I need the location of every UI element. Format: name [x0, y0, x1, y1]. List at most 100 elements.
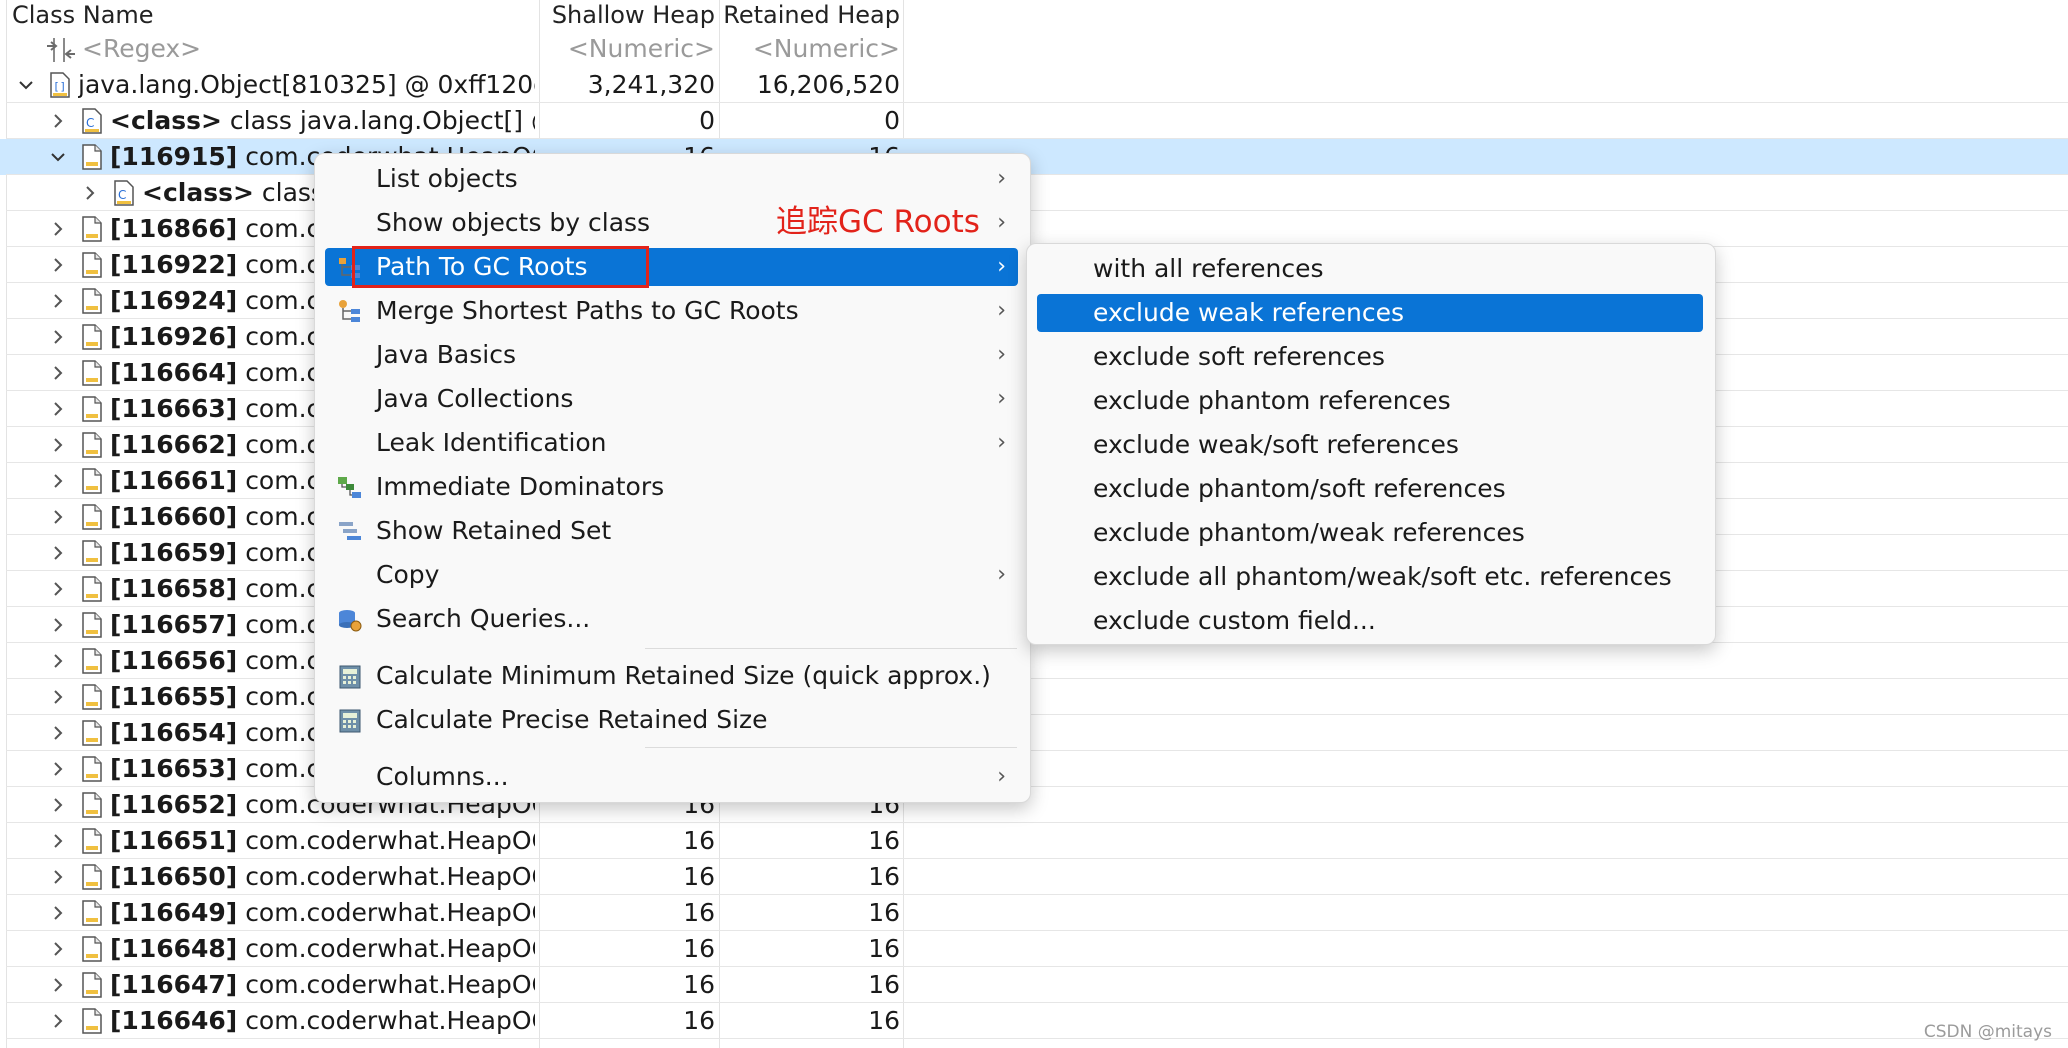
table-row[interactable]: [116647] com.coderwhat.HeapOOM 16 16: [0, 967, 2068, 1003]
table-row[interactable]: [116650] com.coderwhat.HeapOOM 16 16: [0, 859, 2068, 895]
expand-chevron-right-icon[interactable]: [50, 761, 66, 777]
expand-chevron-right-icon[interactable]: [50, 833, 66, 849]
menu-item-show-retained-set[interactable]: Show Retained Set: [325, 512, 1018, 550]
expand-chevron-right-icon[interactable]: [50, 653, 66, 669]
table-row[interactable]: C <class> class java.lang.Object[] @ 0x 0 0: [0, 103, 2068, 139]
submenu-item-exclude-all-phantom-weak-soft-etc-references[interactable]: exclude all phantom/weak/soft etc. refer…: [1037, 558, 1703, 596]
submenu-item-exclude-custom-field[interactable]: exclude custom field...: [1037, 602, 1703, 640]
table-row[interactable]: [116646] com.coderwhat.HeapOOM 16 16: [0, 1003, 2068, 1039]
object-id: [116922]: [110, 250, 238, 279]
expand-chevron-right-icon[interactable]: [50, 977, 66, 993]
expand-chevron-right-icon[interactable]: [50, 545, 66, 561]
calculator-icon: [337, 664, 363, 690]
expand-chevron-right-icon[interactable]: [50, 473, 66, 489]
submenu-item-label: exclude weak references: [1093, 298, 1404, 327]
expand-chevron-right-icon[interactable]: [82, 185, 98, 201]
submenu-item-exclude-weak-soft-references[interactable]: exclude weak/soft references: [1037, 426, 1703, 464]
column-header-class-name[interactable]: Class Name: [12, 0, 154, 33]
object-id: [116660]: [110, 502, 238, 531]
menu-item-calculate-precise-retained-size[interactable]: Calculate Precise Retained Size: [325, 701, 1018, 739]
object-icon: [82, 216, 102, 242]
table-row[interactable]: [116866] com.co: [0, 211, 2068, 247]
submenu-item-exclude-weak-references[interactable]: exclude weak references: [1037, 294, 1703, 332]
object-class-name: com.coderwhat.HeapOOM: [245, 1006, 535, 1035]
class-name-cell: [116648] com.coderwhat.HeapOOM: [110, 931, 535, 967]
table-row[interactable]: [116654] com.co: [0, 715, 2068, 751]
menu-item-label: Show objects by class: [376, 208, 651, 237]
menu-item-java-basics[interactable]: Java Basics ›: [325, 336, 1018, 374]
column-header-retained-heap[interactable]: Retained Heap: [720, 0, 900, 33]
shallow-heap-filter-input[interactable]: <Numeric>: [540, 31, 715, 67]
expand-chevron-right-icon[interactable]: [50, 941, 66, 957]
table-row[interactable]: [116915] com.coderwhat.HeapOOM1616: [0, 139, 2068, 175]
shallow-heap-cell: 16: [683, 1006, 715, 1035]
menu-item-immediate-dominators[interactable]: Immediate Dominators: [325, 468, 1018, 506]
menu-item-label: List objects: [376, 164, 518, 193]
object-id: [116656]: [110, 646, 238, 675]
table-row[interactable]: C <class> class: [0, 175, 2068, 211]
expand-chevron-right-icon[interactable]: [50, 869, 66, 885]
expand-chevron-right-icon[interactable]: [50, 725, 66, 741]
expand-chevron-right-icon[interactable]: [50, 617, 66, 633]
submenu-item-with-all-references[interactable]: with all references: [1037, 250, 1703, 288]
table-row[interactable]: [116656] com.co: [0, 643, 2068, 679]
object-icon: [82, 648, 102, 674]
table-row[interactable]: [116648] com.coderwhat.HeapOOM 16 16: [0, 931, 2068, 967]
expand-chevron-right-icon[interactable]: [50, 797, 66, 813]
table-row[interactable]: [116655] com.co: [0, 679, 2068, 715]
menu-item-calculate-minimum-retained-size-quick-approx[interactable]: Calculate Minimum Retained Size (quick a…: [325, 657, 1018, 695]
object-icon: [82, 468, 102, 494]
merge-paths-icon: [337, 299, 363, 325]
menu-item-leak-identification[interactable]: Leak Identification ›: [325, 424, 1018, 462]
svg-text:[]: []: [53, 80, 66, 93]
expand-chevron-right-icon[interactable]: [50, 509, 66, 525]
object-id: [116652]: [110, 790, 238, 819]
object-id: [116663]: [110, 394, 238, 423]
column-header-shallow-heap[interactable]: Shallow Heap: [540, 0, 715, 33]
table-row[interactable]: [116653] com.co: [0, 751, 2068, 787]
retained-heap-filter-input[interactable]: <Numeric>: [720, 31, 900, 67]
table-row[interactable]: [116652] com.coderwhat.HeapOOM1616: [0, 787, 2068, 823]
expand-chevron-right-icon[interactable]: [50, 329, 66, 345]
submenu-item-exclude-phantom-weak-references[interactable]: exclude phantom/weak references: [1037, 514, 1703, 552]
expand-chevron-right-icon[interactable]: [50, 581, 66, 597]
object-icon: [82, 972, 102, 998]
menu-item-label: Search Queries...: [376, 604, 591, 633]
expand-chevron-right-icon[interactable]: [50, 113, 66, 129]
expand-chevron-right-icon[interactable]: [50, 1013, 66, 1029]
table-row[interactable]: [116649] com.coderwhat.HeapOOM 16 16: [0, 895, 2068, 931]
table-row[interactable]: [] java.lang.Object[810325] @ 0xff120d50 3…: [0, 67, 2068, 103]
object-icon: [82, 828, 102, 854]
object-id: [116658]: [110, 574, 238, 603]
expand-chevron-right-icon[interactable]: [50, 293, 66, 309]
menu-item-list-objects[interactable]: List objects ›: [325, 160, 1018, 198]
submenu-arrow-icon: ›: [997, 386, 1006, 411]
class-name-cell: [116646] com.coderwhat.HeapOOM: [110, 1003, 535, 1039]
object-class-name: class java.lang.Object[] @ 0x: [229, 106, 535, 135]
submenu-item-exclude-soft-references[interactable]: exclude soft references: [1037, 338, 1703, 376]
expand-chevron-right-icon[interactable]: [50, 401, 66, 417]
object-id: <class>: [110, 106, 222, 135]
expand-chevron-right-icon[interactable]: [50, 689, 66, 705]
expand-chevron-right-icon[interactable]: [50, 365, 66, 381]
submenu-item-exclude-phantom-references[interactable]: exclude phantom references: [1037, 382, 1703, 420]
expand-chevron-right-icon[interactable]: [50, 257, 66, 273]
table-row[interactable]: [116651] com.coderwhat.HeapOOM 16 16: [0, 823, 2068, 859]
shallow-heap-cell: 16: [683, 898, 715, 927]
menu-item-merge-shortest-paths-to-gc-roots[interactable]: Merge Shortest Paths to GC Roots ›: [325, 292, 1018, 330]
class-name-filter-input[interactable]: <Regex>: [82, 31, 201, 67]
submenu-item-exclude-phantom-soft-references[interactable]: exclude phantom/soft references: [1037, 470, 1703, 508]
retained-heap-cell: 0: [884, 106, 900, 135]
menu-item-java-collections[interactable]: Java Collections ›: [325, 380, 1018, 418]
retained-set-icon: [337, 519, 363, 545]
menu-item-columns[interactable]: Columns... ›: [325, 758, 1018, 796]
expand-chevron-down-icon[interactable]: [50, 149, 66, 165]
expand-chevron-down-icon[interactable]: [18, 77, 34, 93]
object-icon: [82, 396, 102, 422]
expand-chevron-right-icon[interactable]: [50, 221, 66, 237]
expand-chevron-right-icon[interactable]: [50, 905, 66, 921]
object-icon: [82, 936, 102, 962]
menu-item-copy[interactable]: Copy ›: [325, 556, 1018, 594]
menu-item-search-queries[interactable]: Search Queries...: [325, 600, 1018, 638]
expand-chevron-right-icon[interactable]: [50, 437, 66, 453]
